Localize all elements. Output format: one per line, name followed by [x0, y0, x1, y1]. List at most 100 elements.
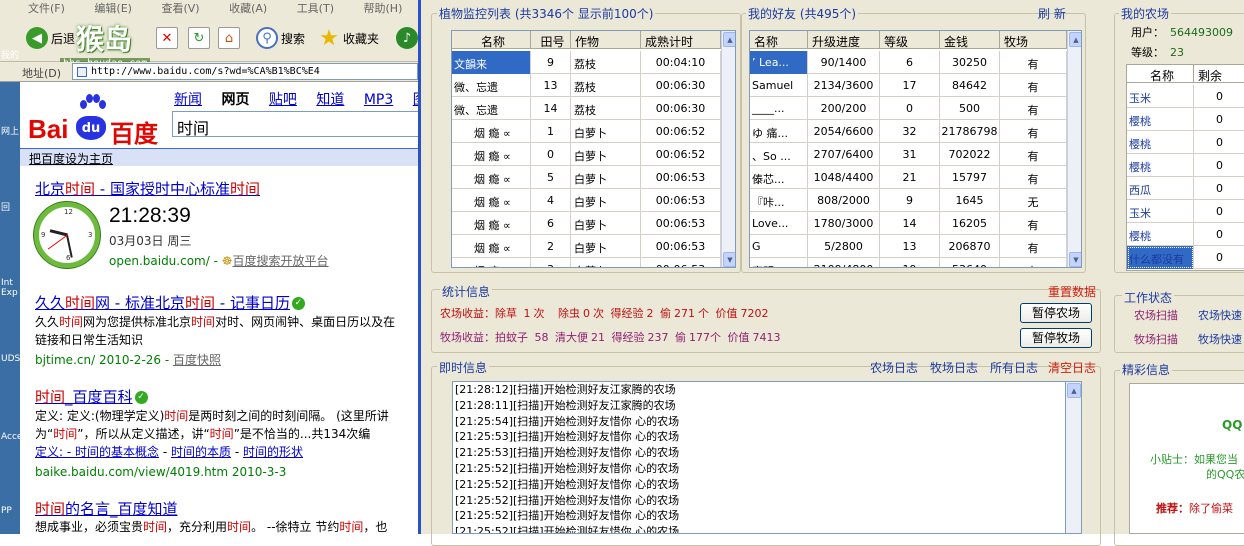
nav-tieba[interactable]: 贴吧 [269, 92, 297, 108]
farm-log-link[interactable]: 农场日志 [870, 359, 918, 376]
nav-news[interactable]: 新闻 [174, 92, 202, 108]
refresh-button[interactable]: ↻ [188, 24, 213, 52]
plant-row[interactable]: 微、忘遗 13 荔枝 00:06:30 [452, 74, 721, 97]
scroll-up-icon[interactable]: ▲ [723, 32, 735, 47]
farm-row[interactable]: 西瓜 0 [1127, 177, 1244, 200]
baidu-logo[interactable]: Bai du 百度 [28, 94, 168, 148]
friend-row[interactable]: Samuel 2134/3600 17 84642 有 [750, 74, 1067, 97]
scroll-up-icon[interactable]: ▲ [1069, 32, 1081, 47]
friend-cell: 1048/4400 [808, 166, 880, 189]
plant-row[interactable]: 烟 瘾 ∝ 1 白萝卜 00:06:52 [452, 120, 721, 143]
col-field[interactable]: 田号 [531, 31, 571, 49]
friend-cell: 有 [1000, 258, 1067, 267]
pause-ranch-button[interactable]: 暂停牧场 [1020, 328, 1092, 348]
favorites-button[interactable]: ★ 收藏夹 [318, 24, 379, 52]
address-input[interactable]: http://www.baidu.com/s?wd=%CA%B1%BC%E4 [72, 63, 418, 80]
friend-row[interactable]: 、So ... 2707/6400 31 702022 有 [750, 143, 1067, 166]
col-level[interactable]: 等级 [880, 31, 940, 49]
home-button[interactable]: ⌂ [218, 24, 243, 52]
desktop-icon-label[interactable]: Int Exp [0, 278, 20, 298]
friends-scrollbar[interactable]: ▲ ▼ [1067, 31, 1081, 267]
friend-row[interactable]: G 5/2800 13 206870 有 [750, 235, 1067, 258]
farm-row[interactable]: 什么都没有 0 [1127, 246, 1244, 269]
search-button[interactable]: ⚲ 搜索 [256, 24, 305, 52]
col-remaining[interactable]: 剩余 [1194, 65, 1244, 83]
plants-grid[interactable]: 名称 田号 作物 成熟计时 文韻来 9 荔枝 00:04:10 微、忘遗 13 荔枝 00:0… [451, 30, 736, 268]
farm-grid[interactable]: 名称 剩余 玉米 0 樱桃 0 樱桃 0 樱桃 0 西瓜 0 玉米 0 樱桃 0 什么都没有 0 [1126, 64, 1244, 271]
friends-grid[interactable]: 名称 升级进度 等级 金钱 牧场 ’ Lea... 90/1400 6 30250 有 S… [749, 30, 1082, 268]
menu-favorites[interactable]: 收藏(A) [229, 2, 267, 14]
farm-row[interactable]: 玉米 0 [1127, 85, 1244, 108]
log-list[interactable]: [21:28:12][扫描]开始检测好友江家腾的农场 [21:28:11][扫描]… [452, 381, 1066, 534]
col-friend-name[interactable]: 名称 [750, 31, 808, 49]
plant-row[interactable]: 文韻来 9 荔枝 00:04:10 [452, 51, 721, 74]
refresh-icon: ↻ [188, 27, 210, 49]
clear-log-link[interactable]: 清空日志 [1048, 359, 1096, 376]
plant-row[interactable]: 微、忘遗 14 荔枝 00:06:30 [452, 97, 721, 120]
pause-farm-button[interactable]: 暂停农场 [1020, 303, 1092, 323]
desktop-icon-label[interactable]: UDS [0, 354, 20, 364]
plant-row[interactable]: 烟 瘾 ∝ 4 白萝卜 00:06:53 [452, 189, 721, 212]
col-ranch[interactable]: 牧场 [1000, 31, 1067, 49]
watermark-text: 猴岛 [76, 23, 133, 56]
set-home-link[interactable]: 把百度设为主页 [29, 152, 113, 166]
scroll-down-icon[interactable]: ▼ [723, 252, 735, 267]
plant-row[interactable]: 烟 瘾 ∝ 6 白萝卜 00:06:53 [452, 212, 721, 235]
farm-row[interactable]: 樱桃 0 [1127, 223, 1244, 246]
all-log-link[interactable]: 所有日志 [990, 359, 1038, 376]
media-button[interactable]: ♪ [396, 24, 418, 52]
plant-cell: 00:06:53 [641, 166, 721, 189]
plant-row[interactable]: 烟 瘾 ∝ 0 白萝卜 00:06:52 [452, 143, 721, 166]
friend-row[interactable]: 『咔... 808/2000 9 1645 无 [750, 189, 1067, 212]
nav-mp3[interactable]: MP3 [364, 92, 393, 108]
result-title-3[interactable]: 时间_百度百科 ✓ [35, 386, 148, 407]
menu-edit[interactable]: 编辑(E) [94, 2, 132, 14]
desktop-icon-label[interactable]: PP [0, 506, 20, 516]
friend-row[interactable]: 傣芯... 1048/4400 21 15797 有 [750, 166, 1067, 189]
friend-row[interactable]: ゆ 痛... 2054/6600 32 21786798 有 [750, 120, 1067, 143]
farm-row[interactable]: 樱桃 0 [1127, 131, 1244, 154]
reset-data-link[interactable]: 重置数据 [1048, 283, 1096, 300]
plant-row[interactable]: 烟 瘾 ∝3白萝卜00:06:53 [452, 258, 721, 267]
scroll-down-icon[interactable]: ▼ [1069, 252, 1081, 267]
result-title-1[interactable]: 北京时间 - 国家授时中心标准时间 [35, 178, 260, 199]
col-money[interactable]: 金钱 [940, 31, 1000, 49]
col-progress[interactable]: 升级进度 [808, 31, 880, 49]
result-title-4[interactable]: 时间的名言_百度知道 [35, 498, 178, 519]
col-crop[interactable]: 作物 [571, 31, 641, 49]
desktop-icon-label[interactable]: 网上 [0, 124, 20, 137]
log-scrollbar[interactable]: ▲ [1066, 381, 1082, 534]
friend-row[interactable]: 直明2109/48001953640有 [750, 258, 1067, 267]
menu-view[interactable]: 查看(V) [161, 2, 199, 14]
stop-button[interactable]: ✕ [156, 24, 181, 52]
col-crop-name[interactable]: 名称 [1127, 65, 1194, 83]
friend-row[interactable]: ____... 200/200 0 500 有 [750, 97, 1067, 120]
plants-scrollbar[interactable]: ▲ ▼ [721, 31, 735, 267]
info-recommend[interactable]: 推荐：除了偷菜 [1156, 500, 1233, 516]
snapshot-link[interactable]: 百度快照 [173, 353, 221, 367]
desktop-icon-label[interactable]: 我的 [0, 48, 20, 61]
desktop-icon-label[interactable]: 回 [0, 200, 20, 213]
search-input[interactable]: 时间 [172, 111, 418, 138]
menu-file[interactable]: 文件(F) [28, 2, 65, 14]
menu-help[interactable]: 帮助(H) [364, 2, 403, 14]
result-title-2[interactable]: 久久时间网 - 标准北京时间 - 记事日历 ✓ [35, 292, 305, 313]
desktop-icon-label[interactable]: Acce [0, 432, 22, 442]
scroll-up-icon[interactable]: ▲ [1067, 383, 1081, 398]
nav-zhidao[interactable]: 知道 [316, 92, 344, 108]
friend-row[interactable]: Love... 1780/3000 14 16205 有 [750, 212, 1067, 235]
farm-row[interactable]: 玉米 0 [1127, 200, 1244, 223]
farm-row[interactable]: 樱桃 0 [1127, 154, 1244, 177]
open-platform-link[interactable]: 百度搜索开放平台 [233, 254, 329, 268]
plant-cell: 2 [531, 235, 571, 258]
menu-tools[interactable]: 工具(T) [297, 2, 334, 14]
farm-row[interactable]: 樱桃 0 [1127, 108, 1244, 131]
col-name[interactable]: 名称 [452, 31, 531, 49]
open-url: open.baidu.com/ - ☸百度搜索开放平台 [109, 254, 329, 268]
ranch-log-link[interactable]: 牧场日志 [930, 359, 978, 376]
friend-row[interactable]: ’ Lea... 90/1400 6 30250 有 [750, 51, 1067, 74]
plant-row[interactable]: 烟 瘾 ∝ 5 白萝卜 00:06:53 [452, 166, 721, 189]
plant-row[interactable]: 烟 瘾 ∝ 2 白萝卜 00:06:53 [452, 235, 721, 258]
col-timer[interactable]: 成熟计时 [641, 31, 721, 49]
refresh-friends-link[interactable]: 刷 新 [1038, 5, 1066, 22]
